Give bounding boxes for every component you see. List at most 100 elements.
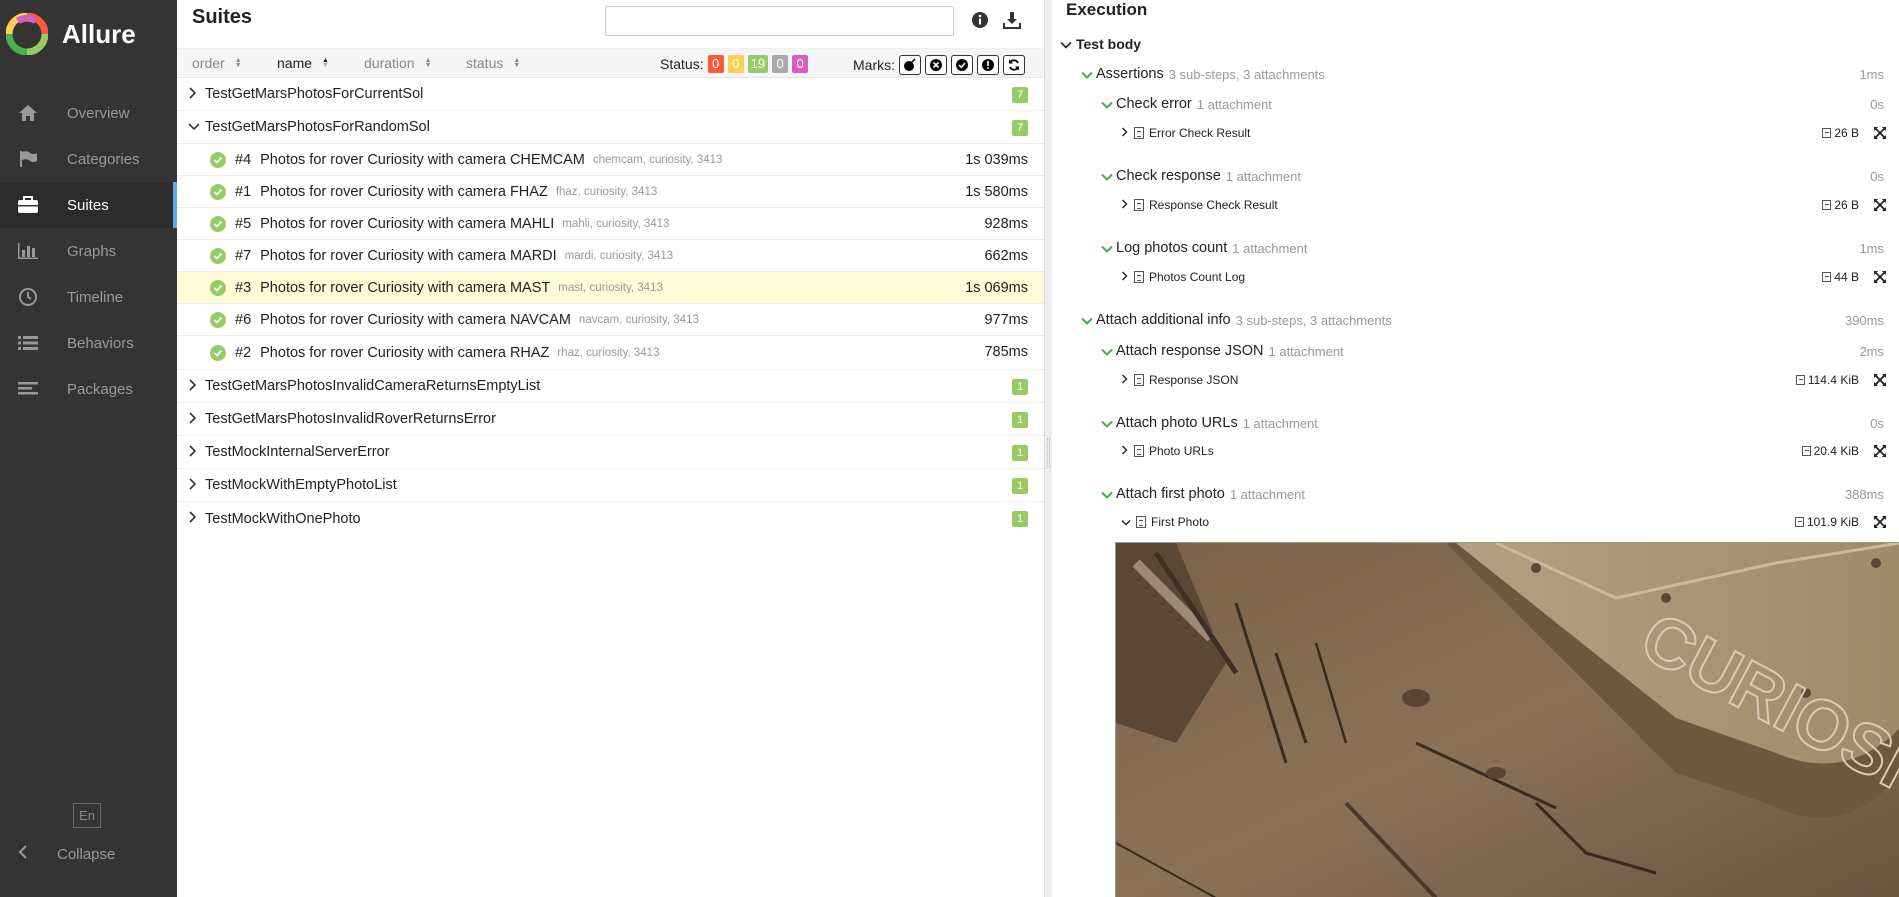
step-passed-icon	[1101, 343, 1113, 360]
sort-name[interactable]: name ▲ ▼	[277, 55, 329, 71]
step-assertions[interactable]: Assertions 3 sub-steps, 3 attachments 1m…	[1052, 63, 1899, 85]
sidebar-item-categories[interactable]: Categories	[0, 136, 177, 182]
marks-label: Marks:	[853, 57, 895, 73]
suite-group[interactable]: TestGetMarsPhotosInvalidRoverReturnsErro…	[177, 403, 1044, 436]
language-switcher[interactable]: En	[73, 803, 101, 828]
step-attach-first-photo[interactable]: Attach first photo 1 attachment 388ms	[1052, 483, 1899, 505]
sort-status[interactable]: status ▲ ▼	[466, 55, 520, 71]
suite-name: TestMockInternalServerError	[205, 444, 390, 460]
retries-mark-icon[interactable]	[1003, 55, 1025, 75]
test-case-tags: mast, curiosity, 3413	[558, 281, 663, 294]
test-case-duration: 1s 069ms	[965, 280, 1028, 296]
suite-count-badge: 1	[1012, 478, 1028, 494]
attachment-size-value: 26 B	[1834, 126, 1859, 140]
test-case-row[interactable]: #5 Photos for rover Curiosity with camer…	[177, 208, 1044, 240]
sort-bar: order ▲ ▼ name ▲ ▼ duration ▲ ▼ status ▲ ▼ S…	[177, 48, 1044, 78]
attachment-row[interactable]: Error Check Result 26 B	[1052, 122, 1899, 144]
sidebar-item-packages[interactable]: Packages	[0, 366, 177, 412]
info-icon[interactable]	[970, 10, 990, 30]
step-duration: 0s	[1870, 168, 1884, 184]
expand-icon[interactable]	[1873, 126, 1887, 140]
status-broken-badge[interactable]: 0	[727, 55, 744, 73]
attachment-row[interactable]: Response Check Result 26 B	[1052, 194, 1899, 216]
attachment-size: 20.4 KiB	[1801, 444, 1859, 458]
test-case-number: #5	[235, 215, 252, 232]
step-attach-response-json[interactable]: Attach response JSON 1 attachment 2ms	[1052, 340, 1899, 362]
pane-splitter[interactable]	[1044, 0, 1052, 897]
attachment-row[interactable]: Photo URLs 20.4 KiB	[1052, 440, 1899, 462]
chevron-left-icon	[18, 845, 28, 863]
test-case-row[interactable]: #4 Photos for rover Curiosity with camer…	[177, 144, 1044, 176]
flaky-mark-icon[interactable]	[899, 55, 921, 75]
download-icon[interactable]	[1002, 10, 1022, 30]
test-case-row[interactable]: #7 Photos for rover Curiosity with camer…	[177, 240, 1044, 272]
suite-group[interactable]: TestMockWithOnePhoto 1	[177, 502, 1044, 535]
file-icon	[1795, 375, 1805, 385]
sidebar-item-behaviors[interactable]: Behaviors	[0, 320, 177, 366]
expand-icon[interactable]	[1873, 444, 1887, 458]
suite-name: TestMockWithEmptyPhotoList	[205, 477, 397, 493]
test-case-name: Photos for rover Curiosity with camera N…	[260, 311, 571, 328]
sidebar-nav: Overview Categories Suites Graphs Timeli…	[0, 90, 177, 412]
test-case-row[interactable]: #6 Photos for rover Curiosity with camer…	[177, 304, 1044, 336]
suite-group[interactable]: TestGetMarsPhotosForCurrentSol 7	[177, 78, 1044, 111]
test-body-label: Test body	[1076, 36, 1142, 52]
passed-check-icon	[210, 151, 226, 168]
attachment-size: 101.9 KiB	[1794, 515, 1859, 529]
status-passed-badge[interactable]: 19	[747, 55, 769, 73]
suite-group[interactable]: TestGetMarsPhotosForRandomSol 7	[177, 111, 1044, 144]
attachment-row[interactable]: Photos Count Log 44 B	[1052, 266, 1899, 288]
test-case-row-selected[interactable]: #3 Photos for rover Curiosity with camer…	[177, 272, 1044, 304]
sort-order[interactable]: order ▲ ▼	[192, 55, 242, 71]
attachment-size: 44 B	[1822, 270, 1859, 284]
new-failed-mark-icon[interactable]	[925, 55, 947, 75]
step-duration: 390ms	[1844, 312, 1884, 328]
suite-group[interactable]: TestMockWithEmptyPhotoList 1	[177, 469, 1044, 502]
suite-count-badge: 1	[1012, 412, 1028, 428]
chevron-right-icon	[188, 86, 198, 102]
sort-duration[interactable]: duration ▲ ▼	[364, 55, 432, 71]
test-case-duration: 928ms	[984, 216, 1028, 232]
sidebar-item-timeline[interactable]: Timeline	[0, 274, 177, 320]
step-check-error[interactable]: Check error 1 attachment 0s	[1052, 93, 1899, 115]
test-case-row[interactable]: #2 Photos for rover Curiosity with camer…	[177, 336, 1044, 370]
collapse-button[interactable]: Collapse	[0, 842, 115, 866]
attachment-row-expanded[interactable]: First Photo 101.9 KiB	[1052, 511, 1899, 533]
status-failed-badge[interactable]: 0	[707, 55, 724, 73]
test-case-row[interactable]: #1 Photos for rover Curiosity with camer…	[177, 176, 1044, 208]
step-attach-additional-info[interactable]: Attach additional info 3 sub-steps, 3 at…	[1052, 309, 1899, 331]
chevron-right-icon	[1121, 373, 1128, 387]
file-icon	[1801, 446, 1811, 456]
sidebar-item-overview[interactable]: Overview	[0, 90, 177, 136]
brand[interactable]: Allure	[6, 12, 136, 56]
step-check-response[interactable]: Check response 1 attachment 0s	[1052, 165, 1899, 187]
attachment-row[interactable]: Response JSON 114.4 KiB	[1052, 369, 1899, 391]
step-attach-photo-urls[interactable]: Attach photo URLs 1 attachment 0s	[1052, 412, 1899, 434]
attachment-name: Photo URLs	[1149, 444, 1214, 458]
test-case-duration: 785ms	[984, 344, 1028, 360]
expand-icon[interactable]	[1873, 270, 1887, 284]
sidebar-item-suites[interactable]: Suites	[0, 182, 177, 228]
sidebar-item-label: Behaviors	[67, 334, 134, 352]
sidebar-item-graphs[interactable]: Graphs	[0, 228, 177, 274]
test-body-toggle[interactable]: Test body	[1060, 33, 1899, 55]
suite-group[interactable]: TestGetMarsPhotosInvalidCameraReturnsEmp…	[177, 370, 1044, 403]
expand-icon[interactable]	[1873, 198, 1887, 212]
status-filter: Status: 0 0 19 0 0	[660, 55, 809, 73]
status-skipped-badge[interactable]: 0	[772, 55, 789, 73]
step-log-photos-count[interactable]: Log photos count 1 attachment 1ms	[1052, 237, 1899, 259]
test-case-name: Photos for rover Curiosity with camera M…	[260, 279, 551, 296]
expand-icon[interactable]	[1873, 515, 1887, 529]
status-unknown-badge[interactable]: 0	[792, 55, 809, 73]
suite-group[interactable]: TestMockInternalServerError 1	[177, 436, 1044, 469]
new-broken-mark-icon[interactable]	[977, 55, 999, 75]
new-passed-mark-icon[interactable]	[951, 55, 973, 75]
expand-icon[interactable]	[1873, 373, 1887, 387]
file-text-icon	[1134, 271, 1144, 283]
drag-handle[interactable]	[1047, 438, 1050, 468]
suite-count-badge: 7	[1012, 87, 1028, 103]
step-summary: 3 sub-steps, 3 attachments	[1235, 312, 1392, 328]
step-name: Attach photo URLs	[1116, 415, 1238, 431]
search-input[interactable]	[605, 6, 954, 36]
attachment-name: Photos Count Log	[1149, 270, 1246, 284]
